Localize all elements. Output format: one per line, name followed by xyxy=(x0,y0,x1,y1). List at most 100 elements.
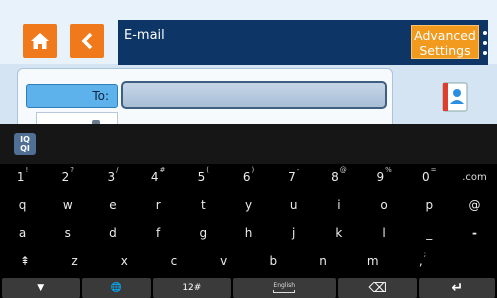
key-alt-label: ! xyxy=(25,166,29,174)
key-label: 3 xyxy=(107,170,116,184)
key-label: 2 xyxy=(61,170,70,184)
letter-row-1: q w e r t y u i o p @ xyxy=(0,194,497,216)
address-book-icon[interactable] xyxy=(437,80,473,114)
space-label: English xyxy=(273,282,296,289)
backspace-button[interactable]: ⌫ xyxy=(337,278,418,298)
back-button[interactable] xyxy=(70,24,104,58)
key-alt-label: = xyxy=(430,166,437,174)
key-i[interactable]: i xyxy=(316,198,361,212)
letter-row-2: a s d f g h j k l _ - xyxy=(0,222,497,244)
numbers-button[interactable]: 12# xyxy=(153,278,231,298)
key-c[interactable]: c xyxy=(149,254,199,268)
home-button[interactable] xyxy=(23,24,57,58)
key-z[interactable]: z xyxy=(50,254,100,268)
key-y[interactable]: y xyxy=(226,198,271,212)
key-alt-label: @ xyxy=(339,166,347,174)
to-button[interactable]: To: xyxy=(26,84,118,108)
enter-icon: ↵ xyxy=(451,280,464,296)
bottom-row: ▼ 🌐 12# English ⌫ ↵ xyxy=(0,278,497,298)
backspace-icon: ⌫ xyxy=(368,280,387,296)
iqqi-logo[interactable]: IQ QI xyxy=(14,133,36,155)
advanced-settings-button[interactable]: Advanced Settings xyxy=(411,25,479,59)
key-u[interactable]: u xyxy=(271,198,316,212)
key-dotcom[interactable]: .com xyxy=(452,172,497,183)
key-label: 9 xyxy=(376,170,385,184)
key-r[interactable]: r xyxy=(136,198,181,212)
key-label: 5 xyxy=(197,170,206,184)
number-row: 1! 2? 3/4# 5(6) 7- 8@ 9% 0= .com xyxy=(0,166,497,188)
to-label: To: xyxy=(92,89,109,103)
key-3[interactable]: 3/ xyxy=(90,166,135,184)
email-app: E-mail Advanced Settings To: xyxy=(0,0,497,124)
more-vertical-icon[interactable] xyxy=(482,28,488,58)
key-underscore[interactable]: _ xyxy=(407,226,452,240)
letter-row-3: ⇞ z x c v b n m,; xyxy=(0,250,497,272)
key-8[interactable]: 8@ xyxy=(316,166,361,184)
key-h[interactable]: h xyxy=(226,226,271,240)
key-alt-label: % xyxy=(385,166,392,174)
key-t[interactable]: t xyxy=(181,198,226,212)
title-bar: E-mail Advanced Settings xyxy=(118,20,488,65)
key-x[interactable]: x xyxy=(99,254,149,268)
key-2[interactable]: 2? xyxy=(45,166,90,184)
chevron-left-icon xyxy=(81,32,93,50)
iqqi-logo-text: IQ QI xyxy=(20,135,30,153)
key-alt-label: ( xyxy=(206,166,210,174)
key-label: , xyxy=(418,254,423,268)
soft-keyboard: IQ QI 1! 2? 3/4# 5(6) 7- 8@ 9% 0= .com qwertyuio… xyxy=(0,124,497,298)
key-label: .com xyxy=(462,171,487,183)
field-tab xyxy=(36,112,118,124)
key-label: 4 xyxy=(150,170,159,184)
key-f[interactable]: f xyxy=(136,226,181,240)
space-bar[interactable]: English xyxy=(232,278,336,298)
key-comma[interactable]: ,; xyxy=(398,250,448,268)
language-button[interactable]: 🌐 xyxy=(81,278,152,298)
key-alt-label: ) xyxy=(251,166,255,174)
key-n[interactable]: n xyxy=(298,254,348,268)
key-p[interactable]: p xyxy=(407,198,452,212)
key-alt-label: # xyxy=(159,166,166,174)
key-label: 1 xyxy=(16,170,25,184)
key-b[interactable]: b xyxy=(249,254,299,268)
chevron-down-icon: ▼ xyxy=(37,283,45,293)
keyboard-toolbar: IQ QI xyxy=(0,124,497,164)
home-icon xyxy=(31,33,49,49)
key-d[interactable]: d xyxy=(90,226,135,240)
shift-key[interactable]: ⇞ xyxy=(0,254,50,268)
globe-icon: 🌐 xyxy=(110,283,122,293)
key-at[interactable]: @ xyxy=(452,198,497,212)
key-label: 7 xyxy=(288,170,296,184)
key-e[interactable]: e xyxy=(90,198,135,212)
page-title: E-mail xyxy=(124,28,165,43)
advanced-settings-label: Advanced Settings xyxy=(414,28,476,58)
key-label: 8 xyxy=(331,170,339,184)
key-l[interactable]: l xyxy=(362,226,407,240)
key-a[interactable]: a xyxy=(0,226,45,240)
key-j[interactable]: j xyxy=(271,226,316,240)
key-0[interactable]: 0= xyxy=(407,166,452,184)
key-q[interactable]: q xyxy=(0,198,45,212)
key-9[interactable]: 9% xyxy=(362,166,407,184)
to-input[interactable] xyxy=(121,81,387,109)
key-alt-label: / xyxy=(116,166,119,174)
key-w[interactable]: w xyxy=(45,198,90,212)
key-k[interactable]: k xyxy=(316,226,361,240)
numbers-label: 12# xyxy=(182,283,202,293)
key-dash[interactable]: - xyxy=(452,226,497,240)
key-m[interactable]: m xyxy=(348,254,398,268)
key-5[interactable]: 5( xyxy=(181,166,226,184)
key-label: 6 xyxy=(242,170,251,184)
key-6[interactable]: 6) xyxy=(226,166,271,184)
key-1[interactable]: 1! xyxy=(0,166,45,184)
key-4[interactable]: 4# xyxy=(136,166,181,184)
hide-keyboard-button[interactable]: ▼ xyxy=(2,278,80,298)
key-s[interactable]: s xyxy=(45,226,90,240)
key-v[interactable]: v xyxy=(199,254,249,268)
key-alt-label: ? xyxy=(70,166,74,174)
key-o[interactable]: o xyxy=(362,198,407,212)
key-label: 0 xyxy=(422,170,430,184)
key-g[interactable]: g xyxy=(181,226,226,240)
enter-button[interactable]: ↵ xyxy=(419,278,495,298)
key-alt-label: ; xyxy=(423,250,427,258)
key-7[interactable]: 7- xyxy=(271,166,316,184)
